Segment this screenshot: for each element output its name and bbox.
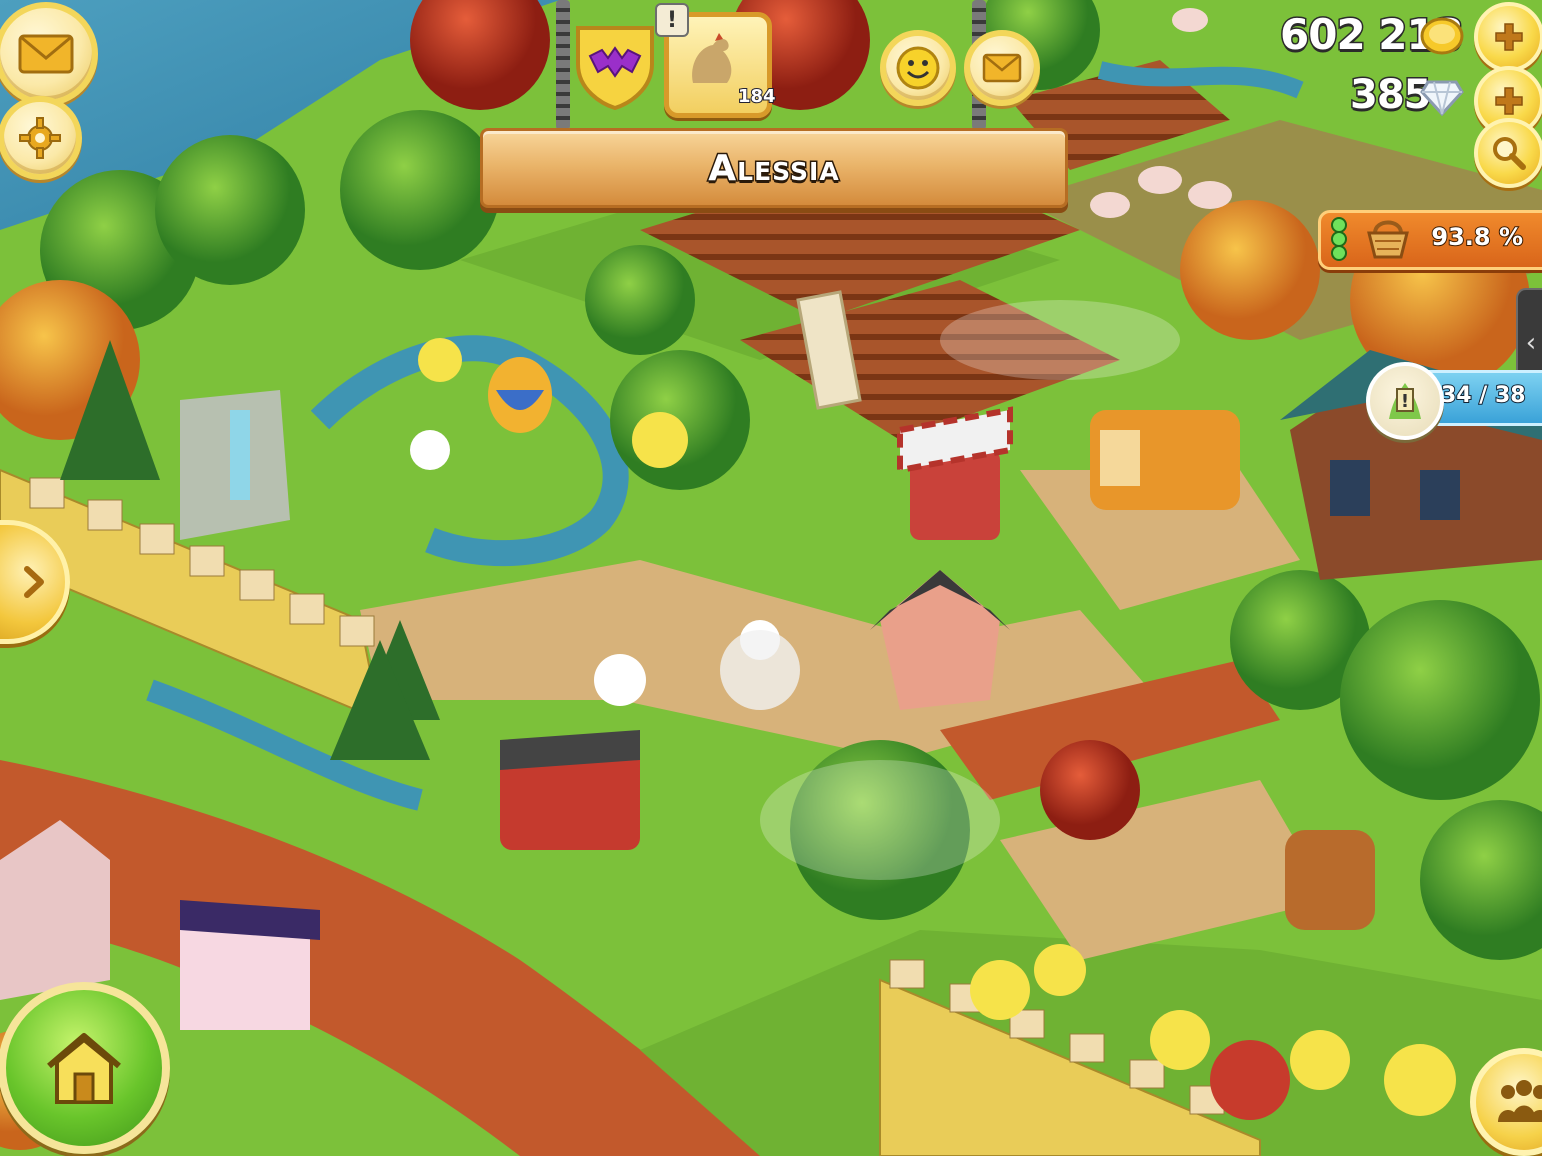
basket-icon bbox=[1367, 220, 1409, 259]
quest-board-icon: ! bbox=[1389, 383, 1421, 419]
chevron-left-icon: ‹ bbox=[1525, 328, 1537, 358]
smiley-icon bbox=[896, 46, 940, 90]
neighbor-mail-button[interactable] bbox=[964, 30, 1040, 106]
storage-percent: 93.8 % bbox=[1430, 222, 1524, 252]
storage-progress-bar[interactable]: 93.8 % bbox=[1318, 210, 1542, 270]
add-coins-button[interactable] bbox=[1474, 2, 1542, 72]
player-name-banner: Alessia bbox=[480, 128, 1068, 208]
diamond-icon bbox=[1420, 80, 1464, 116]
house-icon bbox=[47, 1033, 121, 1104]
coin-icon bbox=[1420, 17, 1464, 55]
bat-shield-icon bbox=[576, 26, 654, 111]
search-button[interactable] bbox=[1474, 118, 1542, 188]
people-icon bbox=[1498, 1080, 1542, 1122]
emote-button[interactable] bbox=[880, 30, 956, 106]
plus-icon bbox=[1495, 23, 1523, 51]
player-name: Alessia bbox=[707, 146, 840, 190]
home-button[interactable] bbox=[0, 982, 170, 1154]
envelope-icon bbox=[18, 34, 74, 74]
envelope-icon bbox=[982, 53, 1022, 83]
svg-text:!: ! bbox=[1401, 391, 1409, 412]
diamond-count: 385 bbox=[1349, 71, 1433, 120]
alert-badge: ! bbox=[655, 3, 689, 37]
gear-icon bbox=[19, 117, 61, 159]
status-dot bbox=[1331, 245, 1347, 261]
neighborhood-shield[interactable] bbox=[572, 20, 658, 111]
plus-icon bbox=[1495, 87, 1523, 115]
banner-chain-left bbox=[556, 0, 570, 130]
quest-progress: 34 / 38 bbox=[1440, 382, 1527, 409]
chevron-right-icon bbox=[24, 566, 44, 598]
magnifier-icon bbox=[1493, 137, 1526, 170]
quest-button[interactable]: ! bbox=[1366, 362, 1444, 440]
settings-button[interactable] bbox=[0, 96, 82, 180]
